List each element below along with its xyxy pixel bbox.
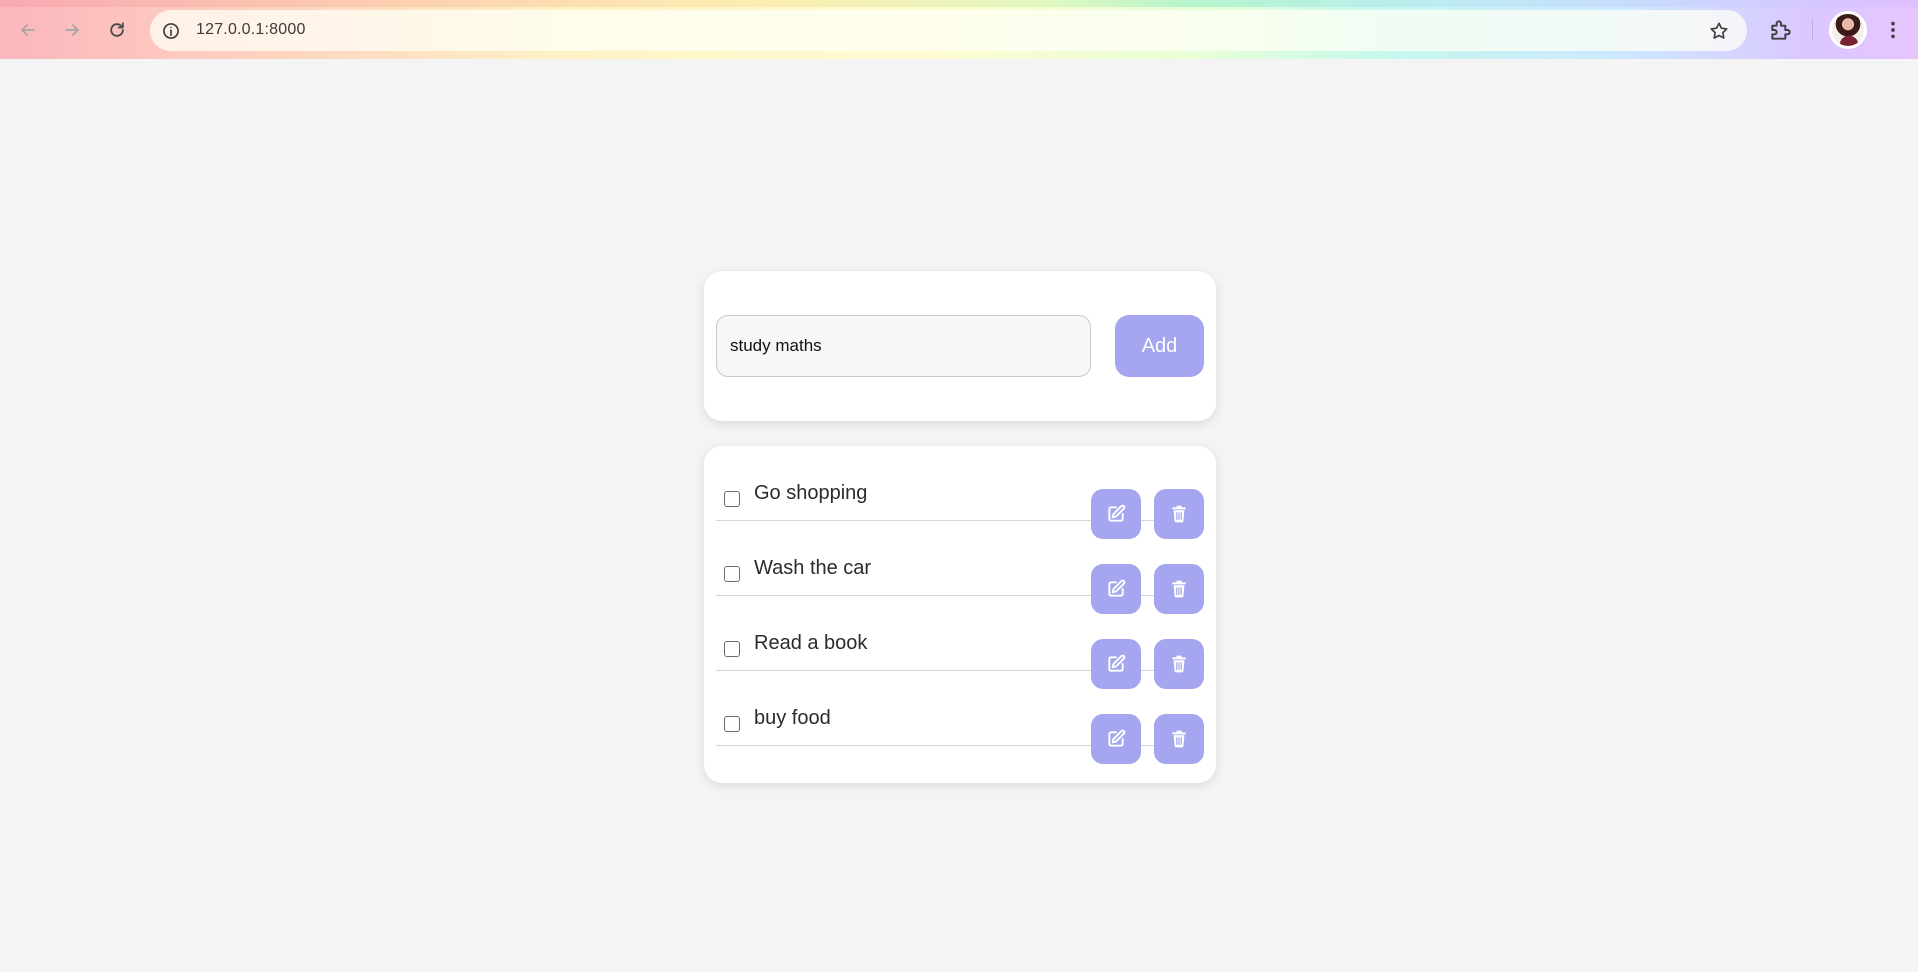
todo-label: Go shopping [754,482,868,504]
avatar[interactable] [1829,11,1867,49]
address-bar[interactable]: 127.0.0.1:8000 [150,10,1747,51]
arrow-right-icon [65,24,79,36]
toolbar-divider [1812,19,1813,41]
todo-checkbox[interactable] [724,491,740,507]
reload-icon [110,22,124,37]
reload-button[interactable] [101,14,133,46]
more-vertical-icon[interactable] [1882,18,1904,42]
list-item: buy food [716,671,1204,764]
list-item: Wash the car [716,521,1204,614]
browser-toolbar: 127.0.0.1:8000 [0,0,1918,59]
todo-label: Read a book [754,632,868,654]
edit-icon [1108,729,1126,747]
add-button[interactable]: Add [1115,315,1204,377]
delete-button[interactable] [1154,714,1204,764]
tab-strip-accent [0,0,1918,7]
url-text[interactable]: 127.0.0.1:8000 [196,21,306,39]
list-item: Read a book [716,596,1204,689]
add-task-card: Add [704,271,1216,421]
todo-label: buy food [754,707,831,729]
back-button[interactable] [12,14,44,46]
star-icon[interactable] [1708,20,1730,42]
todo-checkbox[interactable] [724,566,740,582]
forward-button[interactable] [56,14,88,46]
avatar-figure [1840,36,1858,46]
task-input[interactable] [716,315,1091,377]
info-icon[interactable] [161,21,181,41]
puzzle-icon[interactable] [1768,17,1794,43]
todo-label: Wash the car [754,557,872,579]
trash-icon [1172,730,1186,748]
edit-button[interactable] [1091,714,1141,764]
list-item: Go shopping [716,446,1204,539]
arrow-left-icon [21,24,35,36]
todo-list-card: Go shopping Wash the car Read a book buy… [704,446,1216,783]
todo-checkbox[interactable] [724,716,740,732]
todo-checkbox[interactable] [724,641,740,657]
